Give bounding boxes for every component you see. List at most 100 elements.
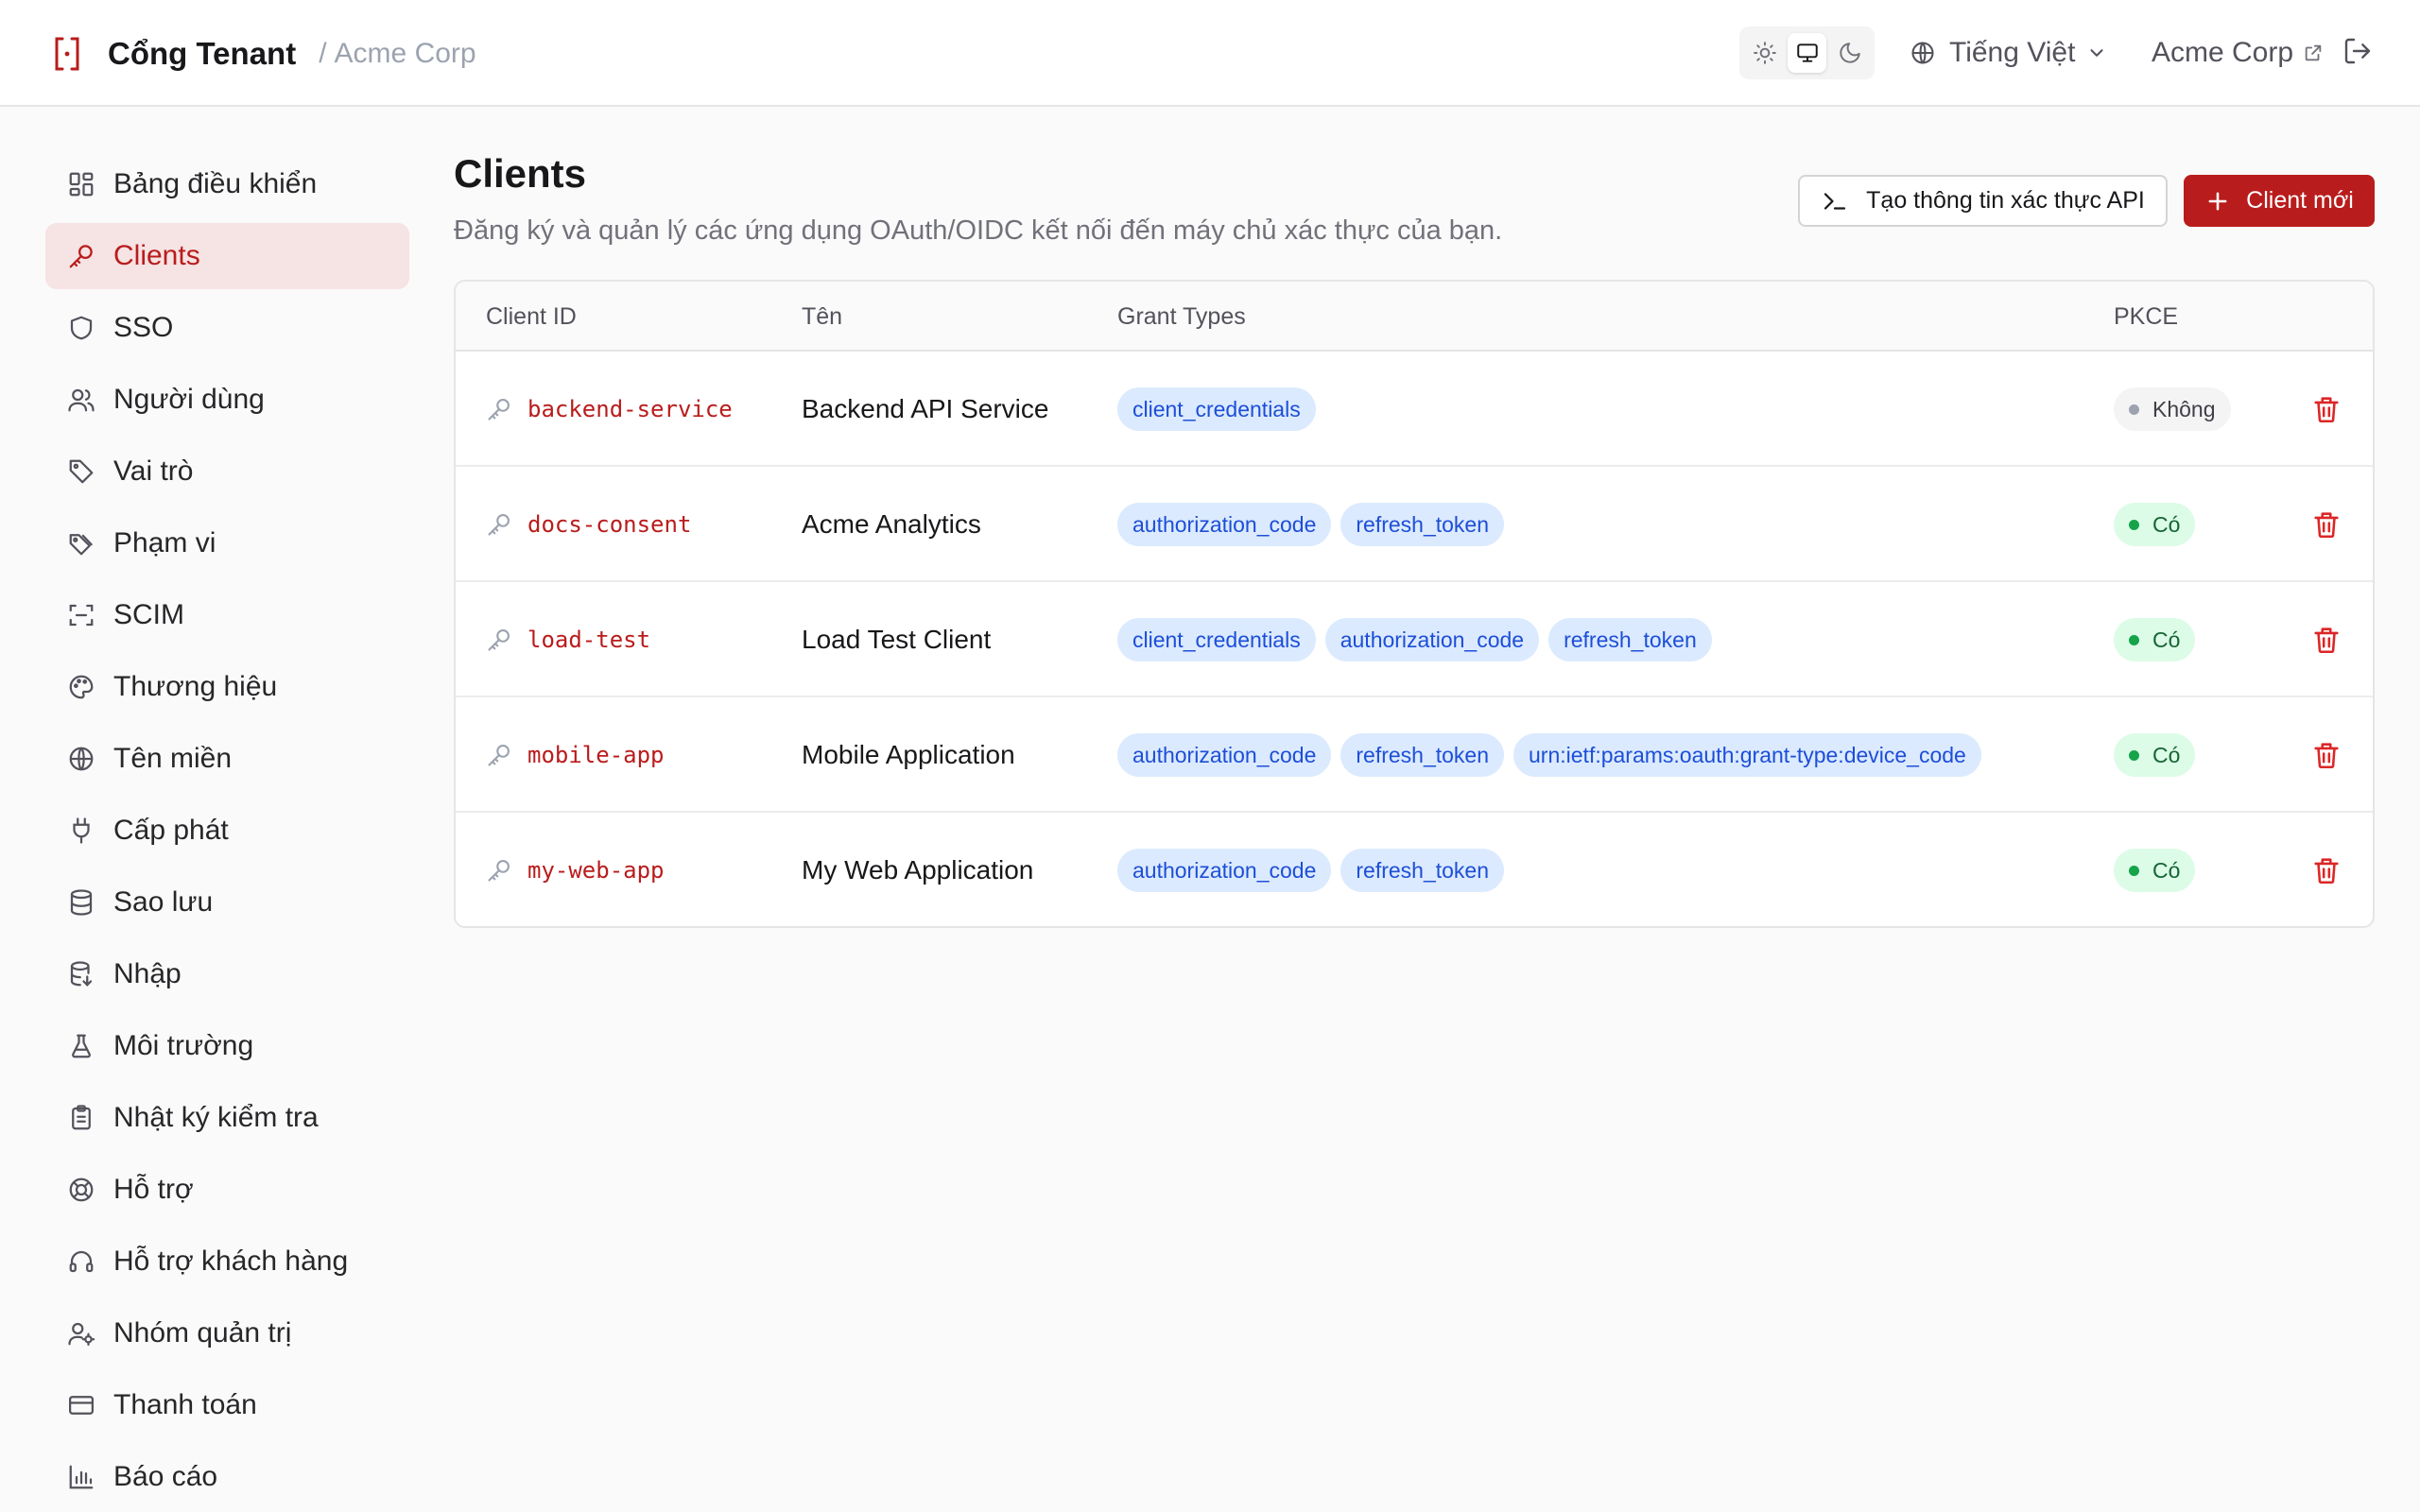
brand[interactable]: Cổng Tenant / Acme Corp (53, 0, 476, 107)
sidebar-item-label: Sao lưu (113, 886, 214, 918)
status-dot (2129, 634, 2139, 645)
scan-icon (66, 600, 96, 630)
new-client-button[interactable]: Client mới (2184, 175, 2375, 227)
sidebar-item-billing[interactable]: Thanh toán (45, 1372, 409, 1438)
theme-dark-button[interactable] (1830, 33, 1869, 73)
brand-logo-icon (55, 37, 79, 70)
shield-icon (66, 313, 96, 343)
table-row[interactable]: mobile-app Mobile Application authorizat… (456, 697, 2373, 813)
user-cog-icon (66, 1318, 96, 1349)
sidebar-item-label: Tên miền (113, 743, 233, 774)
theme-toggle (1739, 26, 1875, 79)
table-row[interactable]: my-web-app My Web Application authorizat… (456, 813, 2373, 926)
column-header-pkce: PKCE (2114, 302, 2179, 330)
sidebar-item-clients[interactable]: Clients (45, 223, 409, 289)
language-label: Tiếng Việt (1949, 37, 2076, 68)
sidebar-item-label: Nhóm quản trị (113, 1317, 292, 1349)
sidebar-item-label: Thanh toán (113, 1389, 257, 1420)
sidebar-item-roles[interactable]: Vai trò (45, 438, 409, 505)
client-id-link[interactable]: mobile-app (527, 742, 665, 768)
key-icon (488, 745, 510, 766)
database-import-icon (66, 959, 96, 989)
org-external-link[interactable]: Acme Corp (2152, 26, 2324, 79)
delete-client-button[interactable] (2310, 467, 2342, 582)
sidebar-item-domains[interactable]: Tên miền (45, 726, 409, 792)
grant-types-cell: authorization_code refresh_token (1117, 467, 1505, 582)
pkce-cell: Có (2114, 582, 2196, 697)
clients-table: Client ID Tên Grant Types PKCE backend-s… (454, 280, 2375, 928)
sidebar-item-admin-group[interactable]: Nhóm quản trị (45, 1300, 409, 1366)
sidebar-item-label: Môi trường (113, 1030, 254, 1061)
client-name: Load Test Client (802, 625, 992, 654)
sidebar-item-dashboard[interactable]: Bảng điều khiển (45, 151, 409, 217)
delete-client-button[interactable] (2310, 813, 2342, 926)
column-header-name: Tên (802, 302, 843, 330)
sidebar-item-branding[interactable]: Thương hiệu (45, 654, 409, 720)
delete-client-button[interactable] (2310, 582, 2342, 697)
sidebar-item-scopes[interactable]: Phạm vi (45, 510, 409, 576)
logout-icon (2344, 38, 2371, 64)
theme-system-button[interactable] (1788, 33, 1826, 73)
table-row[interactable]: docs-consent Acme Analytics authorizatio… (456, 467, 2373, 582)
grant-type-chip: refresh_token (1340, 849, 1505, 892)
grant-type-chip: authorization_code (1117, 733, 1332, 777)
status-dot (2129, 519, 2139, 530)
sidebar-item-backup[interactable]: Sao lưu (45, 869, 409, 936)
sidebar-item-support[interactable]: Hỗ trợ (45, 1157, 409, 1223)
sidebar-item-environment[interactable]: Môi trường (45, 1013, 409, 1079)
table-row[interactable]: backend-service Backend API Service clie… (456, 352, 2373, 467)
sidebar: Bảng điều khiển Clients SSO Người dùng V… (45, 151, 409, 1512)
pkce-status-label: Không (2152, 396, 2216, 421)
client-id-link[interactable]: my-web-app (527, 857, 665, 884)
sidebar-item-reports[interactable]: Báo cáo (45, 1444, 409, 1510)
terminal-icon (1824, 192, 1846, 210)
theme-light-button[interactable] (1745, 33, 1784, 73)
pkce-status-badge: Không (2114, 387, 2231, 431)
table-row[interactable]: load-test Load Test Client client_creden… (456, 582, 2373, 697)
sun-icon (1753, 42, 1776, 64)
pkce-cell: Có (2114, 467, 2196, 582)
breadcrumb-tenant: Acme Corp (334, 37, 476, 69)
logout-button[interactable] (2342, 36, 2377, 70)
pkce-status-badge: Có (2114, 733, 2196, 777)
delete-client-button[interactable] (2310, 697, 2342, 813)
chevron-down-icon (2090, 49, 2103, 57)
client-name: Acme Analytics (802, 509, 981, 539)
client-id-cell: docs-consent (486, 467, 691, 582)
grant-type-chip: refresh_token (1340, 733, 1505, 777)
sidebar-item-users[interactable]: Người dùng (45, 367, 409, 433)
sidebar-item-sso[interactable]: SSO (45, 295, 409, 361)
grant-type-chip: authorization_code (1117, 503, 1332, 546)
key-icon (488, 860, 510, 882)
sidebar-item-audit-log[interactable]: Nhật ký kiểm tra (45, 1085, 409, 1151)
create-api-credential-button[interactable]: Tạo thông tin xác thực API (1798, 175, 2168, 227)
language-select[interactable]: Tiếng Việt (1910, 26, 2107, 79)
sidebar-item-scim[interactable]: SCIM (45, 582, 409, 648)
delete-client-button[interactable] (2310, 352, 2342, 467)
key-icon (488, 399, 510, 421)
dashboard-icon (66, 169, 96, 199)
column-header-grant-types: Grant Types (1117, 302, 1246, 330)
client-id-link[interactable]: load-test (527, 627, 650, 653)
sidebar-item-provisioning[interactable]: Cấp phát (45, 798, 409, 864)
grant-type-chip: refresh_token (1340, 503, 1505, 546)
client-id-link[interactable]: docs-consent (527, 511, 691, 538)
sidebar-item-customer-support[interactable]: Hỗ trợ khách hàng (45, 1228, 409, 1295)
sidebar-item-label: Vai trò (113, 455, 194, 487)
sidebar-item-label: Phạm vi (113, 527, 216, 558)
pkce-cell: Có (2114, 697, 2196, 813)
sidebar-item-label: Hỗ trợ khách hàng (113, 1246, 349, 1277)
key-icon (488, 629, 510, 651)
grant-type-chip: client_credentials (1117, 387, 1316, 431)
grant-types-cell: client_credentials (1117, 352, 1316, 467)
sidebar-item-label: Nhật ký kiểm tra (113, 1102, 319, 1133)
sidebar-item-import[interactable]: Nhập (45, 941, 409, 1007)
clipboard-icon (66, 1103, 96, 1133)
status-dot (2129, 865, 2139, 876)
pkce-status-badge: Có (2114, 849, 2196, 892)
trash-icon (2314, 858, 2339, 885)
pkce-status-badge: Có (2114, 618, 2196, 662)
grant-type-chip: authorization_code (1324, 618, 1540, 662)
external-link-icon (2305, 44, 2322, 61)
client-id-link[interactable]: backend-service (527, 396, 733, 422)
